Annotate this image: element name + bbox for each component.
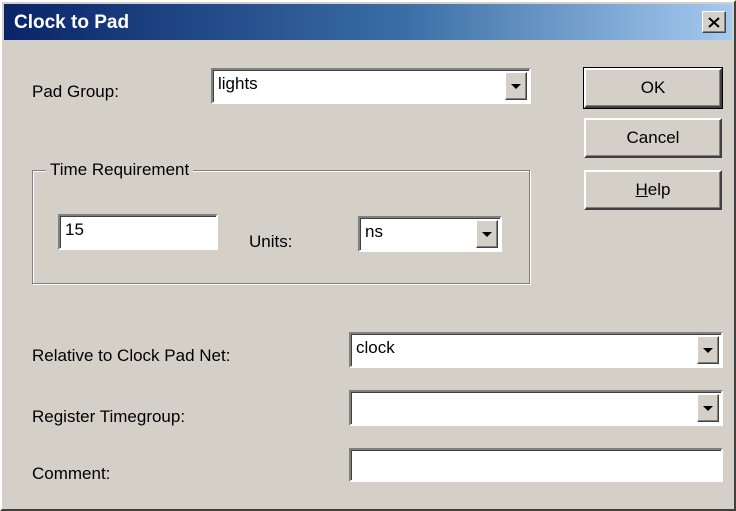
clock-to-pad-dialog: Clock to Pad Pad Group: lights Time Requ…: [0, 0, 736, 511]
units-select[interactable]: ns: [358, 216, 502, 252]
relative-clock-label: Relative to Clock Pad Net:: [32, 346, 231, 365]
pad-group-dropdown-button[interactable]: [505, 72, 527, 100]
units-label: Units:: [249, 232, 293, 251]
chevron-down-icon: [703, 347, 713, 353]
register-timegroup-select[interactable]: [349, 390, 723, 426]
cancel-button[interactable]: Cancel: [584, 118, 722, 158]
time-value: 15: [65, 220, 84, 239]
pad-group-value: lights: [218, 74, 258, 93]
relative-clock-dropdown-button[interactable]: [697, 336, 719, 364]
relative-clock-select[interactable]: clock: [349, 332, 723, 368]
register-timegroup-dropdown-button[interactable]: [697, 394, 719, 422]
relative-clock-value: clock: [356, 338, 395, 357]
chevron-down-icon: [703, 405, 713, 411]
help-mnemonic: H: [635, 180, 648, 199]
units-dropdown-button[interactable]: [476, 220, 498, 248]
comment-label: Comment:: [32, 464, 111, 483]
chevron-down-icon: [511, 83, 521, 89]
help-button-label: Help: [636, 180, 671, 200]
window-title: Clock to Pad: [14, 12, 130, 33]
cancel-button-label: Cancel: [626, 128, 680, 147]
help-label-rest: elp: [647, 180, 671, 199]
pad-group-select[interactable]: lights: [211, 68, 531, 104]
ok-button[interactable]: OK: [583, 67, 723, 109]
title-bar[interactable]: Clock to Pad: [4, 4, 732, 40]
close-icon: [708, 16, 720, 28]
pad-group-label: Pad Group:: [32, 82, 119, 101]
time-requirement-group-label: Time Requirement: [46, 160, 194, 180]
units-value: ns: [365, 222, 383, 241]
chevron-down-icon: [482, 231, 492, 237]
close-button[interactable]: [702, 11, 726, 33]
comment-input[interactable]: [349, 448, 723, 482]
register-timegroup-label: Register Timegroup:: [32, 407, 186, 426]
time-value-input[interactable]: 15: [58, 214, 218, 250]
ok-button-label: OK: [640, 78, 666, 97]
help-button[interactable]: Help: [584, 170, 722, 210]
